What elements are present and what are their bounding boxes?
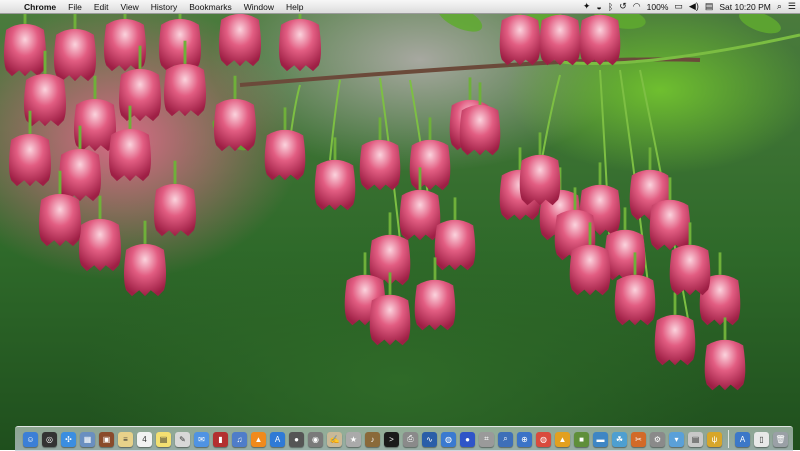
- downloads-icon[interactable]: ▾: [669, 431, 684, 447]
- finder-icon[interactable]: ☺: [23, 431, 38, 447]
- trash-icon[interactable]: 🗑: [773, 431, 788, 447]
- imovie-icon[interactable]: ★: [346, 431, 361, 447]
- contacts-icon[interactable]: ▮: [213, 431, 228, 447]
- dropbox-icon[interactable]: ✦: [583, 1, 591, 12]
- notes-icon[interactable]: ≡: [118, 431, 133, 447]
- appstore-icon[interactable]: A: [270, 431, 285, 447]
- textedit-icon[interactable]: ✎: [175, 431, 190, 447]
- garageband-icon[interactable]: ♪: [365, 431, 380, 447]
- prefs-icon[interactable]: ⚙: [650, 431, 665, 447]
- dock: ☺ ◎ ✣ ▦ ▣ ≡ 4 ▤ ✎ ✉ ▮ ♫ ▲ A ● ◉ ✍ ★ ♪ > ⎙ ∿ ◍ ● ⌗ ⌕ ⊕ ◍ ▲ ■ ▬ ☘ ✂ ⚙ ▾ ▤ ψ A ▯ 🗑: [15, 426, 793, 451]
- globe-icon[interactable]: ●: [460, 431, 475, 447]
- battery-charge-icon[interactable]: ◒: [596, 2, 601, 12]
- tool-icon[interactable]: ✂: [631, 431, 646, 447]
- dashboard-icon[interactable]: ◎: [42, 431, 57, 447]
- vlc-icon[interactable]: ▲: [251, 431, 266, 447]
- facetime-icon[interactable]: ●: [289, 431, 304, 447]
- ichat-icon[interactable]: ✉: [194, 431, 209, 447]
- wifi-icon[interactable]: ◠: [633, 1, 641, 12]
- app-icon[interactable]: ▲: [555, 431, 570, 447]
- search-icon[interactable]: ⌕: [777, 1, 782, 12]
- chrome-icon[interactable]: ◍: [536, 431, 551, 447]
- bluetooth-icon[interactable]: ᛒ: [608, 2, 613, 12]
- menu-bar: Chrome File Edit View History Bookmarks …: [0, 0, 800, 14]
- calendar-icon[interactable]: 4: [137, 431, 152, 447]
- activity-monitor-icon[interactable]: ∿: [422, 431, 437, 447]
- volume-icon[interactable]: ◀): [689, 1, 699, 12]
- list-icon[interactable]: ☰: [788, 1, 796, 12]
- document-icon[interactable]: ▯: [754, 431, 769, 447]
- app-menu-chrome[interactable]: Chrome: [20, 2, 62, 12]
- folder-icon[interactable]: ▬: [593, 431, 608, 447]
- terminal-icon[interactable]: >: [384, 431, 399, 447]
- opera-icon[interactable]: ⊕: [517, 431, 532, 447]
- photobooth-icon[interactable]: ◉: [308, 431, 323, 447]
- menu-bookmarks[interactable]: Bookmarks: [183, 2, 238, 12]
- battery-percent[interactable]: 100%: [647, 2, 669, 12]
- stickies-icon[interactable]: ▤: [156, 431, 171, 447]
- wallpaper-flowers: [3, 0, 800, 391]
- menu-view[interactable]: View: [114, 2, 144, 12]
- itunes-icon[interactable]: ♫: [232, 431, 247, 447]
- stack-icon[interactable]: ▤: [688, 431, 703, 447]
- menu-edit[interactable]: Edit: [88, 2, 115, 12]
- script-icon[interactable]: ✍: [327, 431, 342, 447]
- search-icon[interactable]: ⌕: [498, 431, 513, 447]
- status-area: ✦ ◒ ᛒ ↺ ◠ 100% ▭ ◀) ▤ Sat 10:20 PM ⌕ ☰: [583, 0, 796, 13]
- menu-history[interactable]: History: [145, 2, 183, 12]
- timemachine-icon[interactable]: ↺: [619, 1, 627, 12]
- clock[interactable]: Sat 10:20 PM: [719, 2, 771, 12]
- menu-help[interactable]: Help: [280, 2, 309, 12]
- menu-window[interactable]: Window: [238, 2, 280, 12]
- dock-separator: [728, 430, 729, 448]
- safari-icon[interactable]: ✣: [61, 431, 76, 447]
- flag-icon[interactable]: ▤: [705, 1, 714, 12]
- utility-icon[interactable]: ⌗: [479, 431, 494, 447]
- trophy-icon[interactable]: ψ: [707, 431, 722, 447]
- photo-icon[interactable]: ▣: [99, 431, 114, 447]
- game-icon[interactable]: ☘: [612, 431, 627, 447]
- printer-icon[interactable]: ⎙: [403, 431, 418, 447]
- preview-icon[interactable]: ▦: [80, 431, 95, 447]
- minecraft-icon[interactable]: ■: [574, 431, 589, 447]
- network-icon[interactable]: ◍: [441, 431, 456, 447]
- desktop: [0, 0, 800, 450]
- menu-file[interactable]: File: [62, 2, 88, 12]
- applications-folder-icon[interactable]: A: [735, 431, 750, 447]
- battery-icon[interactable]: ▭: [674, 1, 683, 12]
